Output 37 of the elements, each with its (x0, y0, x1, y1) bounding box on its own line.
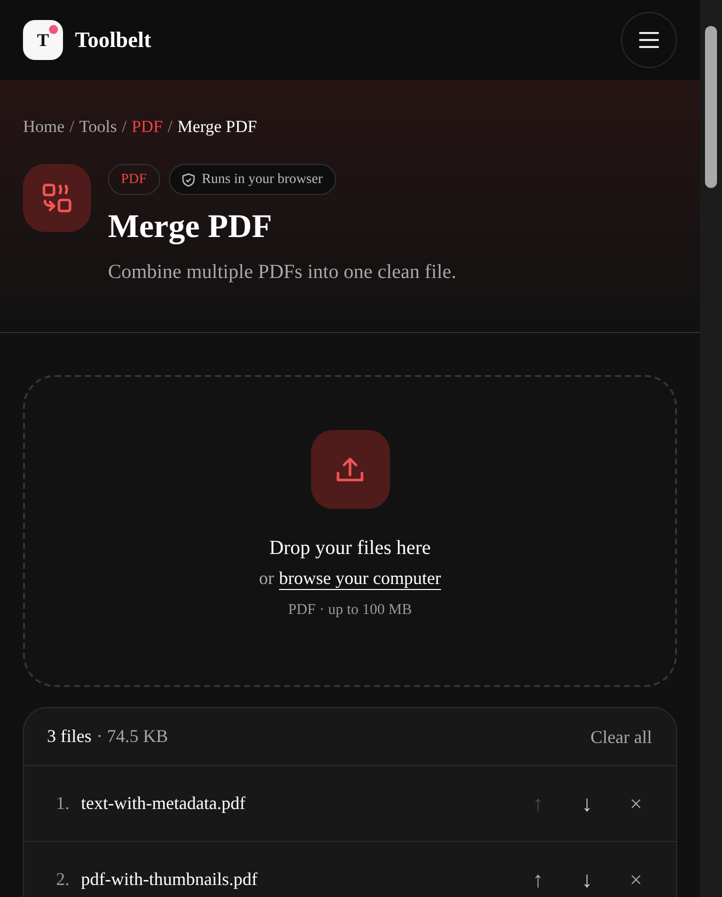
file-number: 1. (56, 793, 70, 814)
clear-all-button[interactable]: Clear all (590, 724, 653, 750)
breadcrumb-current: Merge PDF (177, 117, 257, 137)
logo-letter: T (36, 30, 49, 50)
page-title: Merge PDF (108, 208, 273, 247)
move-down-button[interactable]: ↓ (570, 864, 604, 894)
move-up-button[interactable]: ↑ (521, 864, 555, 894)
file-number: 2. (56, 869, 70, 890)
breadcrumb-separator: / (70, 117, 74, 137)
drop-heading: Drop your files here (269, 537, 431, 560)
total-size: · 74.5 KB (96, 726, 168, 747)
breadcrumb-link[interactable]: Tools (79, 117, 117, 137)
remove-button[interactable]: × (619, 864, 653, 894)
info-badge: Runs in your browser (168, 164, 336, 195)
move-down-button[interactable]: ↓ (570, 788, 604, 818)
remove-button[interactable]: × (619, 788, 653, 818)
merge-icon (42, 183, 72, 213)
logo-dot (49, 25, 58, 34)
drop-prefix: or (259, 568, 274, 590)
file-limit-hint: PDF · up to 100 MB (288, 602, 412, 619)
file-count: 3 files (47, 726, 92, 747)
menu-button[interactable] (621, 12, 677, 68)
breadcrumb-separator: / (122, 117, 127, 137)
logo[interactable]: T (23, 20, 63, 60)
page-subtitle: Combine multiple PDFs into one clean file. (108, 261, 456, 284)
breadcrumb-separator: / (168, 117, 172, 137)
breadcrumb-link[interactable]: Home (23, 117, 65, 137)
menu-icon (639, 32, 659, 48)
scrollbar-thumb[interactable] (705, 26, 717, 188)
drop-zone[interactable]: Drop your files here or browse your computer PDF · up to 100 MB (23, 375, 677, 687)
browse-link[interactable]: browse your computer (279, 568, 441, 590)
shield-icon (182, 172, 195, 186)
breadcrumb-link[interactable]: PDF (132, 117, 163, 137)
file-name: pdf-with-thumbnails.pdf (81, 869, 258, 890)
brand-name: Toolbelt (75, 27, 152, 53)
category-badge: PDF (108, 164, 160, 195)
file-name: text-with-metadata.pdf (81, 793, 246, 814)
